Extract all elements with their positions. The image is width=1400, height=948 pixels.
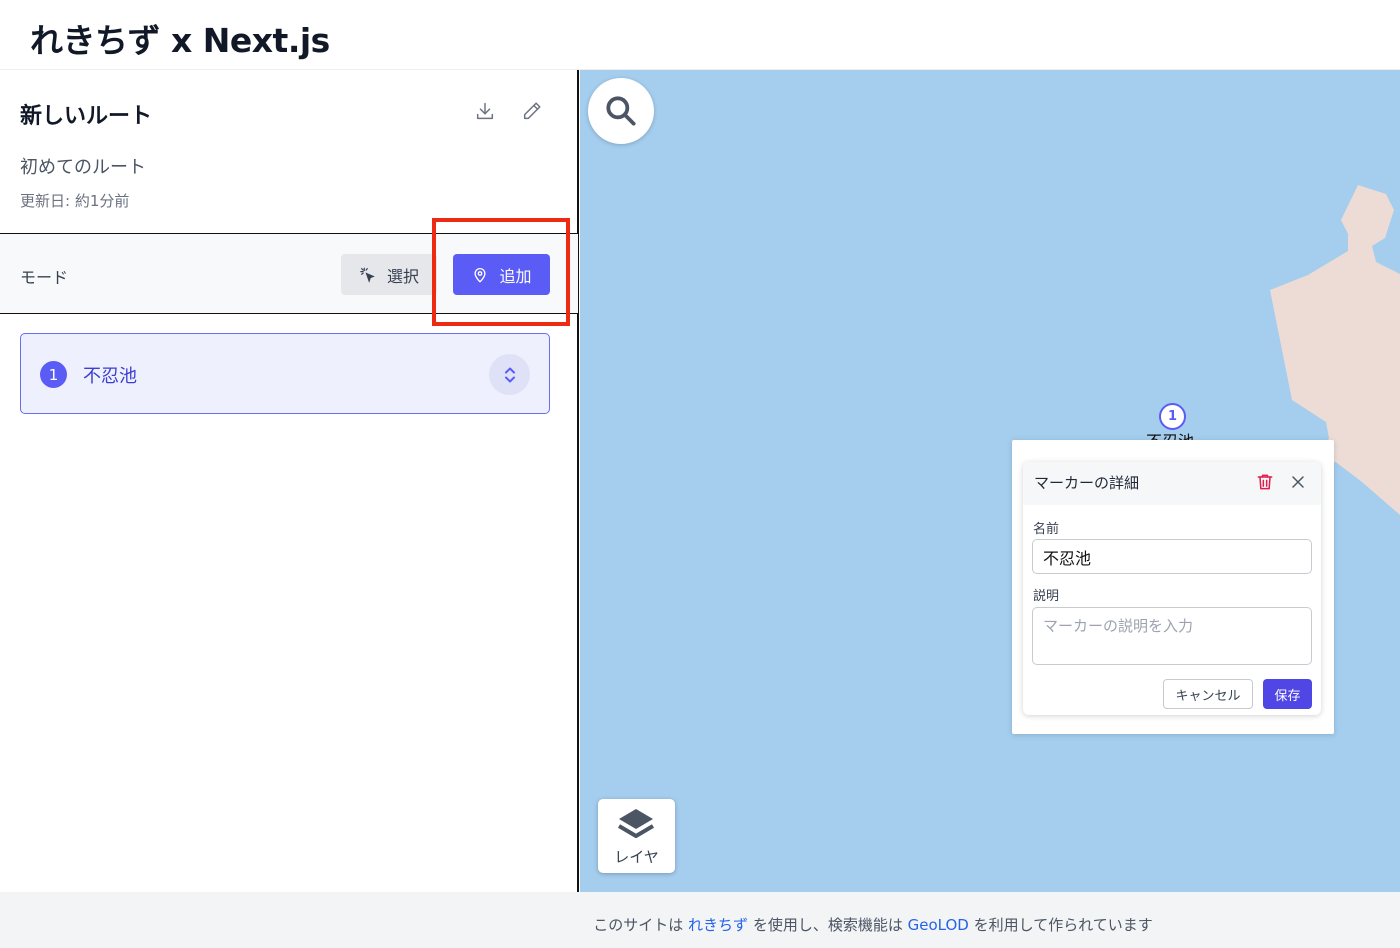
footer-middle: を使用し、検索機能は xyxy=(752,916,903,934)
trash-icon xyxy=(1257,474,1273,490)
save-button[interactable]: 保存 xyxy=(1263,679,1312,709)
download-icon xyxy=(476,102,494,120)
app-header: れきちず x Next.js xyxy=(0,0,1400,70)
marker-list-item[interactable]: 1 不忍池 xyxy=(20,333,550,414)
marker-number-badge: 1 xyxy=(40,361,67,388)
mode-select-button[interactable]: 選択 xyxy=(341,254,437,295)
route-title: 新しいルート xyxy=(20,104,153,129)
geolod-link[interactable]: GeoLOD xyxy=(908,916,969,934)
chevron-up-down-icon xyxy=(504,367,515,382)
close-icon xyxy=(1292,476,1304,488)
cancel-button[interactable]: キャンセル xyxy=(1163,679,1253,709)
mode-add-button[interactable]: 追加 xyxy=(453,254,550,295)
name-field-label: 名前 xyxy=(1033,522,1060,537)
route-updated: 更新日: 約1分前 xyxy=(20,192,130,210)
pencil-icon xyxy=(523,102,541,120)
popup-title: マーカーの詳細 xyxy=(1034,474,1140,492)
sidebar: 新しいルート 初めてのルート 更新日: 約1分前 モード 選択 追加 1 不忍池 xyxy=(0,70,579,892)
popup-header: マーカーの詳細 xyxy=(1023,462,1321,505)
delete-marker-button[interactable] xyxy=(1255,472,1277,494)
edit-button[interactable] xyxy=(515,94,549,128)
footer: このサイトは れきちず を使用し、検索機能は GeoLOD を利用して作られてい… xyxy=(0,892,1400,948)
marker-name: 不忍池 xyxy=(83,366,137,387)
footer-prefix: このサイトは xyxy=(593,916,684,934)
mode-label: モード xyxy=(20,268,69,287)
pointer-click-icon xyxy=(360,267,375,283)
search-icon xyxy=(606,96,636,126)
map-canvas[interactable]: 1 不忍池 マーカーの詳細 名前 説明 キャンセル xyxy=(580,70,1400,892)
close-popup-button[interactable] xyxy=(1288,472,1310,494)
layer-label: レイヤ xyxy=(614,848,659,866)
description-field-label: 説明 xyxy=(1033,589,1060,604)
route-description: 初めてのルート xyxy=(20,157,146,178)
layer-button[interactable]: レイヤ xyxy=(598,799,675,873)
footer-text: このサイトは れきちず を使用し、検索機能は GeoLOD を利用して作られてい… xyxy=(0,914,1400,935)
marker-popup: マーカーの詳細 名前 説明 キャンセル 保存 xyxy=(1012,440,1334,734)
reorder-handle[interactable] xyxy=(489,354,530,395)
rekichizu-link[interactable]: れきちず xyxy=(688,916,748,934)
footer-suffix: を利用して作られています xyxy=(973,916,1153,934)
download-button[interactable] xyxy=(468,94,502,128)
app-title: れきちず x Next.js xyxy=(30,21,330,60)
map-pin-icon xyxy=(474,267,487,282)
map-search-button[interactable] xyxy=(588,78,654,144)
layers-icon xyxy=(617,809,655,838)
map-marker-pin[interactable]: 1 xyxy=(1159,403,1186,430)
marker-name-input[interactable] xyxy=(1032,539,1312,574)
mode-bar: モード 選択 追加 xyxy=(0,233,578,314)
marker-detail-card: マーカーの詳細 名前 説明 キャンセル 保存 xyxy=(1023,462,1321,715)
mode-select-label: 選択 xyxy=(386,266,419,286)
mode-add-label: 追加 xyxy=(499,266,532,286)
marker-description-input[interactable] xyxy=(1032,607,1312,665)
